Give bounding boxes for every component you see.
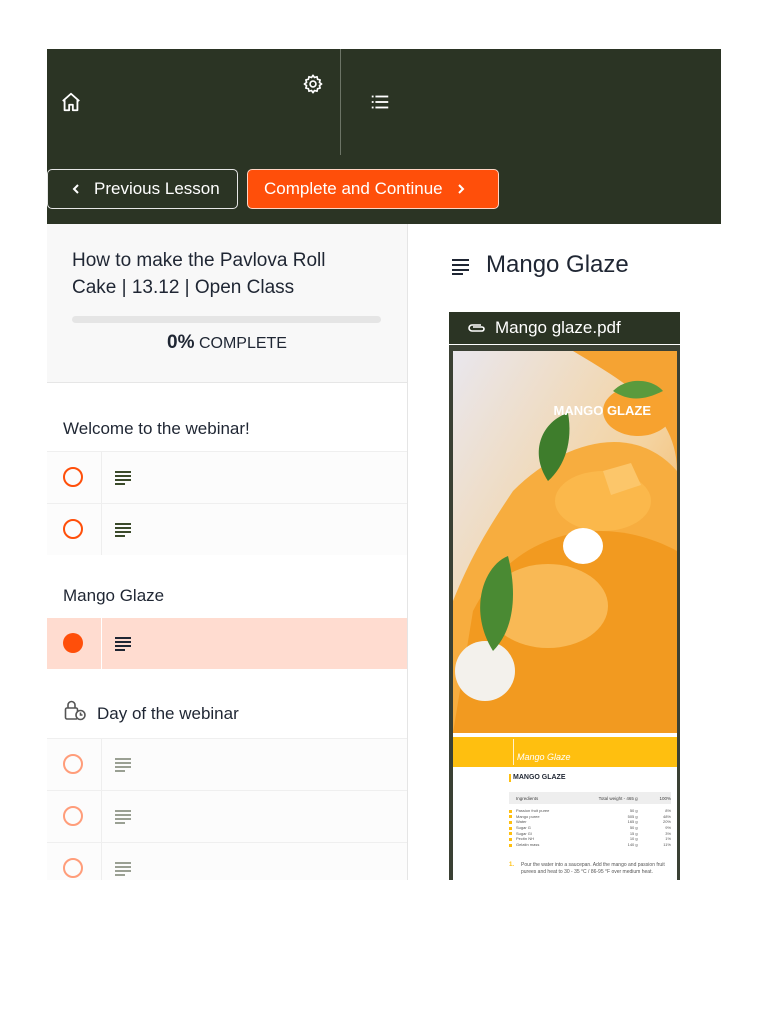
lock-clock-icon (64, 700, 86, 721)
attachment-download[interactable]: Mango glaze.pdf (449, 312, 680, 344)
complete-and-continue-label: Complete and Continue (264, 179, 443, 198)
row-divider (101, 452, 102, 503)
pdf-col-ingredients: Ingredients (516, 795, 539, 801)
pdf-section-title: MANGO GLAZE (513, 774, 566, 781)
text-lesson-icon (115, 471, 131, 485)
pdf-banner-text: Mango Glaze (517, 752, 571, 762)
pdf-page: MANGO GLAZE Mango Glaze MANGO GLAZE Ingr… (453, 351, 677, 880)
progress-label: COMPLETE (198, 335, 287, 352)
pdf-viewer[interactable]: MANGO GLAZE Mango Glaze MANGO GLAZE Ingr… (449, 345, 680, 880)
course-sidebar: How to make the Pavlova Roll Cake | 13.1… (47, 224, 407, 880)
pdf-hero-title: MANGO GLAZE (553, 403, 652, 418)
text-lesson-icon (115, 637, 131, 651)
course-title: How to make the Pavlova Roll Cake | 13.1… (72, 250, 326, 298)
lesson-status-circle (63, 754, 83, 774)
pdf-cell: Gelatin mass (509, 842, 581, 848)
pdf-table-header: Ingredients Total weight - 465 g 100% (509, 792, 671, 804)
pdf-cell: 140 g (627, 842, 638, 848)
lesson-status-circle (63, 519, 83, 539)
home-icon[interactable] (59, 90, 83, 114)
lesson-status-circle (63, 858, 83, 878)
pdf-section-marker (509, 774, 511, 782)
row-divider (101, 618, 102, 669)
gear-icon[interactable] (301, 72, 325, 96)
lesson-row[interactable] (47, 451, 407, 503)
lesson-title: Mango Glaze (486, 251, 629, 278)
text-lesson-icon (115, 758, 131, 772)
row-divider (101, 504, 102, 555)
complete-and-continue-button[interactable]: Complete and Continue (247, 169, 499, 209)
pdf-table-body: Passion fruit puree 50 g 8% Mango puree 505… (509, 808, 671, 848)
attachment-name: Mango glaze.pdf (495, 318, 621, 337)
pdf-col-weight: Total weight - 465 g (598, 795, 638, 801)
row-divider (101, 739, 102, 790)
menu-list-icon[interactable] (368, 90, 392, 114)
lesson-status-current (63, 633, 83, 653)
text-lesson-icon (115, 810, 131, 824)
progress-percent: 0% (167, 332, 195, 353)
lesson-row-current[interactable] (47, 618, 407, 669)
section-title: Welcome to the webinar! (63, 419, 250, 438)
chevron-left-icon (72, 184, 79, 194)
row-divider (101, 791, 102, 842)
progress-bar (72, 316, 381, 323)
text-lesson-icon (452, 259, 469, 275)
previous-lesson-label: Previous Lesson (94, 179, 220, 198)
pdf-step-text: Pour the water into a saucepan. Add the … (521, 862, 665, 875)
lesson-status-circle (63, 806, 83, 826)
previous-lesson-button[interactable]: Previous Lesson (47, 169, 238, 209)
lesson-row-locked[interactable] (47, 790, 407, 842)
text-lesson-icon (115, 523, 131, 537)
text-lesson-icon (115, 862, 131, 876)
pdf-cell: 11% (663, 842, 671, 848)
chevron-right-icon (457, 184, 465, 194)
paperclip-icon (468, 324, 485, 332)
lesson-row-locked[interactable] (47, 842, 407, 880)
header-divider (340, 49, 341, 155)
pdf-step-number: 1. (509, 862, 515, 868)
lesson-row-locked[interactable] (47, 738, 407, 790)
section-title: Day of the webinar (97, 704, 239, 723)
pdf-banner: Mango Glaze (453, 737, 677, 767)
pdf-col-percent: 100% (659, 795, 671, 801)
lesson-row[interactable] (47, 503, 407, 555)
section-title: Mango Glaze (63, 586, 165, 605)
pdf-table-row: Gelatin mass 140 g 11% (509, 842, 671, 848)
row-divider (101, 843, 102, 880)
progress-text: 0% COMPLETE (47, 332, 407, 354)
pdf-banner-divider (513, 739, 514, 765)
course-header: How to make the Pavlova Roll Cake | 13.1… (47, 224, 407, 383)
lesson-status-circle (63, 467, 83, 487)
